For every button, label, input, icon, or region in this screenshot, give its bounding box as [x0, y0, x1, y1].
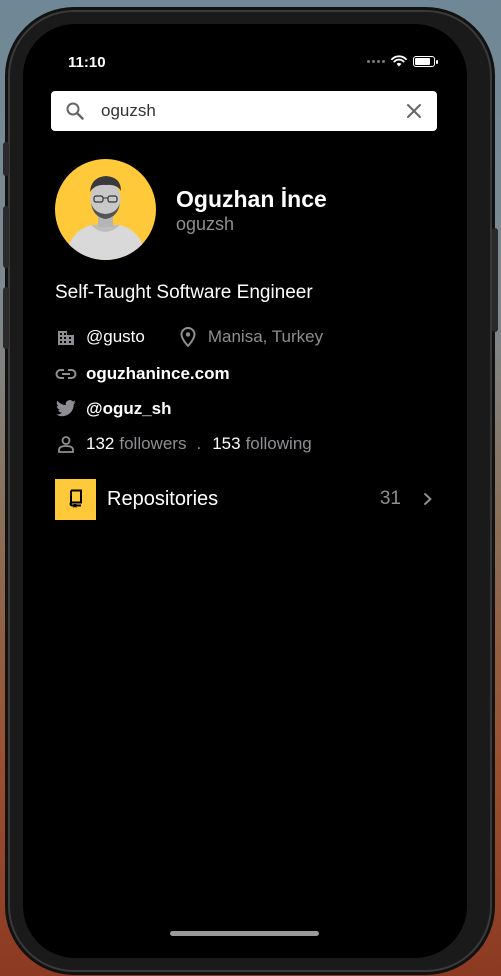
repositories-label: Repositories [107, 487, 219, 510]
followers-row[interactable]: 132 followers . 153 following [55, 433, 312, 455]
wifi-icon [391, 55, 407, 67]
search-input[interactable] [99, 100, 383, 122]
status-time: 11:10 [68, 54, 106, 71]
twitter-icon [55, 398, 77, 420]
clear-icon[interactable] [405, 102, 423, 120]
avatar[interactable] [55, 159, 156, 260]
search-bar[interactable] [51, 91, 437, 131]
followers-count: 132 [86, 434, 115, 453]
person-icon [55, 433, 77, 455]
app-screen: 11:10 Oguz [23, 24, 467, 958]
company-location-row: @gusto Manisa, Turkey [55, 326, 323, 348]
twitter-row[interactable]: @oguz_sh [55, 398, 172, 420]
home-indicator[interactable] [170, 931, 319, 936]
battery-icon [413, 55, 438, 67]
volume-down-button [3, 287, 9, 349]
link-icon [55, 363, 77, 385]
volume-up-button [3, 206, 9, 268]
location-text: Manisa, Turkey [207, 327, 324, 346]
location-pin-icon [177, 326, 199, 348]
following-label: following [245, 434, 312, 453]
power-button [492, 228, 498, 332]
company-text: @gusto [86, 327, 145, 346]
website-link[interactable]: oguzhanince.com [86, 364, 230, 384]
profile-name: Oguzhan İnce [176, 186, 327, 212]
search-icon [66, 102, 84, 120]
chevron-right-icon [424, 493, 432, 505]
cellular-signal-icon [367, 59, 385, 63]
building-icon [55, 326, 77, 348]
repositories-count: 31 [379, 488, 401, 509]
twitter-handle[interactable]: @oguz_sh [86, 399, 172, 419]
mute-switch [3, 142, 9, 176]
following-count: 153 [212, 434, 241, 453]
repositories-row[interactable]: Repositories 31 [55, 478, 435, 520]
profile-login: oguzsh [176, 214, 235, 234]
followers-label: followers [119, 434, 187, 453]
stats-separator: . [196, 434, 202, 453]
website-row[interactable]: oguzhanince.com [55, 363, 230, 385]
repository-badge [55, 478, 96, 520]
avatar-portrait-image [65, 176, 147, 260]
profile-bio: Self-Taught Software Engineer [55, 282, 313, 303]
status-indicators [367, 55, 438, 67]
repo-icon [69, 489, 82, 508]
